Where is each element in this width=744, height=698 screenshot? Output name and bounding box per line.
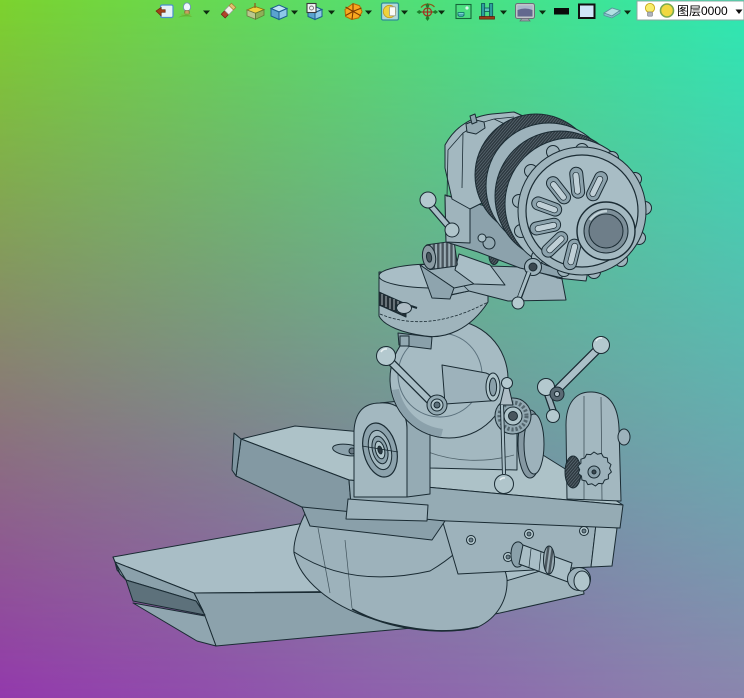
svg-text:图层0000: 图层0000 xyxy=(677,4,728,18)
